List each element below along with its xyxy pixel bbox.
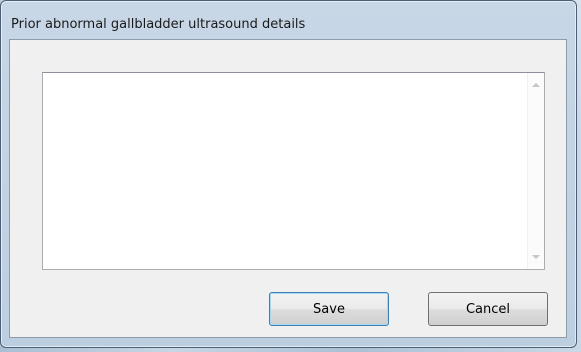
details-input[interactable] — [43, 73, 527, 269]
dialog-title: Prior abnormal gallbladder ultrasound de… — [11, 17, 306, 32]
save-button[interactable]: Save — [269, 292, 389, 326]
details-textbox[interactable] — [42, 72, 545, 270]
dialog-client-area: Save Cancel — [9, 39, 567, 338]
scroll-down-arrow-icon[interactable] — [532, 255, 540, 259]
cancel-button[interactable]: Cancel — [428, 292, 548, 326]
scroll-up-arrow-icon[interactable] — [532, 83, 540, 87]
vertical-scrollbar[interactable] — [527, 73, 544, 269]
dialog-window: Prior abnormal gallbladder ultrasound de… — [0, 0, 577, 348]
